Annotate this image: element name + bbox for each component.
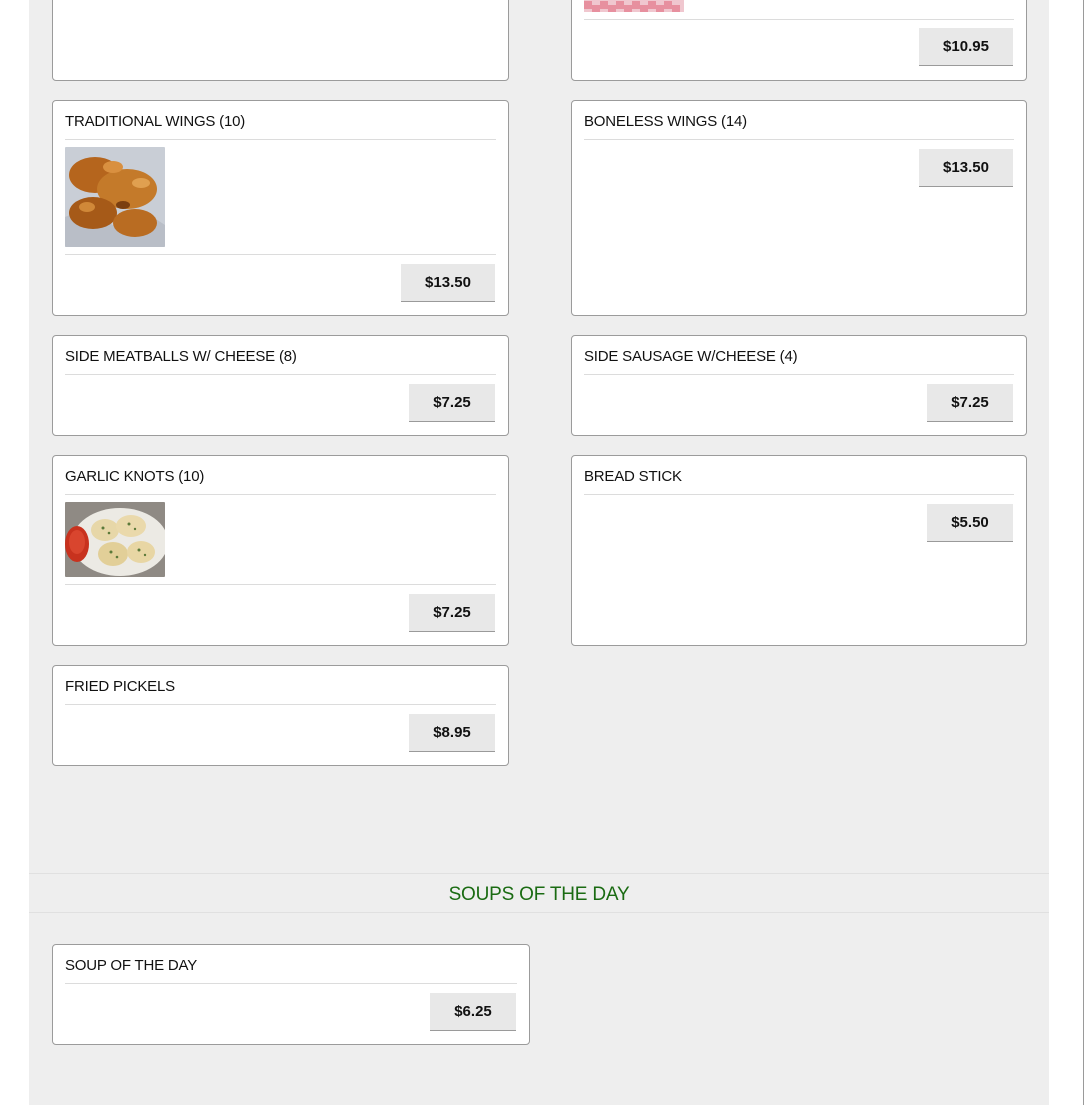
price-button[interactable]: $6.25 — [430, 993, 516, 1031]
fried-wings-photo — [65, 147, 165, 247]
card-divider — [65, 254, 496, 255]
card-divider — [65, 584, 496, 585]
card-divider — [65, 983, 517, 984]
item-title: SOUP OF THE DAY — [65, 957, 198, 974]
pizza-photo — [584, 0, 684, 12]
item-title: BONELESS WINGS (14) — [584, 113, 747, 130]
item-title: SIDE SAUSAGE W/CHEESE (4) — [584, 348, 798, 365]
price-button[interactable]: $7.25 — [409, 594, 495, 632]
price-button[interactable]: $7.25 — [409, 384, 495, 422]
price-button[interactable]: $10.95 — [919, 28, 1013, 66]
page-edge-rule — [1083, 0, 1084, 1105]
menu-item-card: SOUP OF THE DAY $6.25 — [52, 944, 530, 1045]
menu-item-card: SIDE SAUSAGE W/CHEESE (4) $7.25 — [571, 335, 1027, 436]
item-title: SIDE MEATBALLS W/ CHEESE (8) — [65, 348, 297, 365]
garlic-knots-photo — [65, 502, 165, 577]
price-button[interactable]: $5.50 — [927, 504, 1013, 542]
card-divider — [584, 19, 1014, 20]
card-divider — [65, 374, 496, 375]
item-title: TRADITIONAL WINGS (10) — [65, 113, 246, 130]
price-button[interactable]: $13.50 — [919, 149, 1013, 187]
menu-item-card: $10.95 — [571, 0, 1027, 81]
menu-item-card: BONELESS WINGS (14) $13.50 — [571, 100, 1027, 316]
menu-item-card: TRADITIONAL WINGS (10) $13.50 — [52, 100, 509, 316]
price-button[interactable]: $13.50 — [401, 264, 495, 302]
item-title: BREAD STICK — [584, 468, 682, 485]
card-divider — [584, 139, 1014, 140]
card-divider — [65, 494, 496, 495]
card-divider — [584, 494, 1014, 495]
card-divider — [584, 374, 1014, 375]
price-button[interactable]: $8.95 — [409, 714, 495, 752]
menu-item-card: FRIED PICKELS $8.95 — [52, 665, 509, 766]
menu-item-card — [52, 0, 509, 81]
price-button[interactable]: $7.25 — [927, 384, 1013, 422]
section-title: SOUPS OF THE DAY — [448, 884, 630, 905]
item-title: FRIED PICKELS — [65, 678, 175, 695]
menu-item-card: SIDE MEATBALLS W/ CHEESE (8) $7.25 — [52, 335, 509, 436]
card-divider — [65, 704, 496, 705]
section-header: SOUPS OF THE DAY — [29, 873, 1049, 913]
item-title: GARLIC KNOTS (10) — [65, 468, 205, 485]
card-divider — [65, 139, 496, 140]
menu-item-card: BREAD STICK $5.50 — [571, 455, 1027, 646]
menu-item-card: GARLIC KNOTS (10) $7.25 — [52, 455, 509, 646]
